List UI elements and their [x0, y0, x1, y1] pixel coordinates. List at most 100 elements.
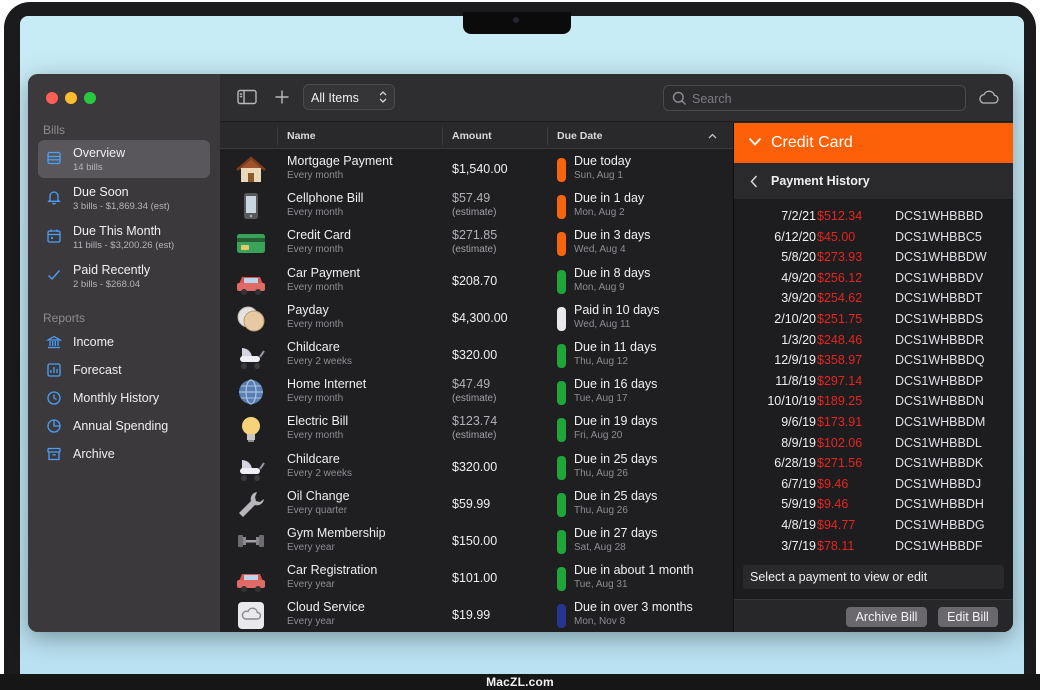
- sidebar-toggle-icon[interactable]: [237, 89, 257, 105]
- column-header-amount[interactable]: Amount: [452, 130, 492, 142]
- payment-row[interactable]: 1/3/20 $248.46 DCS1WHBBDR: [734, 333, 1013, 353]
- zoom-window-button[interactable]: [84, 92, 96, 104]
- table-row[interactable]: Cellphone Bill Every month $57.49 (estimate…: [220, 187, 733, 224]
- payment-date: 3/9/20: [781, 291, 816, 306]
- status-indicator: [557, 306, 566, 331]
- table-row[interactable]: Childcare Every 2 weeks $320.00 Due in 11 d…: [220, 336, 733, 373]
- payment-amount: $271.56: [817, 456, 863, 471]
- table-row[interactable]: Oil Change Every quarter $59.99 Due in 25 d…: [220, 485, 733, 522]
- payment-row[interactable]: 6/7/19 $9.46 DCS1WHBBDJ: [734, 477, 1013, 497]
- payment-date: 4/8/19: [781, 518, 816, 532]
- payment-date: 5/9/19: [781, 497, 816, 512]
- sidebar-item-monthly-history[interactable]: Monthly History: [38, 384, 210, 412]
- sidebar-item-label: Forecast: [73, 363, 122, 377]
- payment-row[interactable]: 7/2/21 $512.34 DCS1WHBBBD: [734, 209, 1013, 229]
- bill-name: Electric Bill: [287, 414, 349, 429]
- column-header-name[interactable]: Name: [287, 130, 316, 142]
- payment-row[interactable]: 10/10/19 $189.25 DCS1WHBBDN: [734, 394, 1013, 414]
- table-row[interactable]: Gym Membership Every year $150.00 Due in 27…: [220, 522, 733, 559]
- payment-amount: $173.91: [817, 415, 863, 429]
- sidebar-item-annual-spending[interactable]: Annual Spending: [38, 412, 210, 440]
- bill-frequency: Every month: [287, 281, 344, 293]
- payment-code: DCS1WHBBDK: [895, 456, 984, 471]
- sidebar-item-forecast[interactable]: Forecast: [38, 356, 210, 384]
- section-header-bills: Bills: [43, 123, 66, 137]
- payment-date: 7/2/21: [781, 209, 816, 223]
- bill-frequency: Every month: [287, 393, 344, 405]
- payment-row[interactable]: 3/9/20 $254.62 DCS1WHBBDT: [734, 291, 1013, 311]
- payment-date: 12/9/19: [774, 353, 816, 368]
- column-header-due-date[interactable]: Due Date: [557, 130, 603, 142]
- due-date: Wed, Aug 11: [574, 318, 631, 330]
- payment-row[interactable]: 3/7/19 $78.11 DCS1WHBBDF: [734, 539, 1013, 559]
- payment-date: 8/9/19: [781, 435, 816, 450]
- car-icon: [237, 574, 265, 593]
- back-chevron-icon[interactable]: [750, 175, 758, 188]
- detail-pane: Credit Card Payment History 7/2/21 $512.3…: [733, 123, 1013, 632]
- payment-code: DCS1WHBBDJ: [895, 476, 982, 491]
- payment-row[interactable]: 6/12/20 $45.00 DCS1WHBBC5: [734, 230, 1013, 250]
- cloud-icon[interactable]: [977, 89, 999, 105]
- sidebar: Bills Overview 14 bills Due Soon 3 bills…: [28, 74, 220, 632]
- sidebar-item-due-this-month[interactable]: Due This Month 11 bills - $3,200.26 (est…: [38, 218, 210, 256]
- payment-amount: $512.34: [817, 209, 863, 223]
- table-row[interactable]: Credit Card Every month $271.85 (estimate) D…: [220, 224, 733, 261]
- bill-name: Cloud Service: [287, 600, 365, 615]
- sidebar-item-paid-recently[interactable]: Paid Recently 2 bills - $268.04: [38, 257, 210, 295]
- payment-row[interactable]: 9/6/19 $173.91 DCS1WHBBDM: [734, 415, 1013, 435]
- search-input[interactable]: [692, 90, 952, 108]
- payment-row[interactable]: 6/28/19 $271.56 DCS1WHBBDK: [734, 456, 1013, 476]
- bill-amount: $123.74: [452, 414, 498, 429]
- sidebar-item-due-soon[interactable]: Due Soon 3 bills - $1,869.34 (est): [38, 179, 210, 217]
- close-window-button[interactable]: [46, 92, 58, 104]
- payment-amount: $273.93: [817, 250, 863, 265]
- table-row[interactable]: Mortgage Payment Every month $1,540.00 Due …: [220, 150, 733, 187]
- payment-row[interactable]: 8/9/19 $102.06 DCS1WHBBDL: [734, 436, 1013, 456]
- table-row[interactable]: Car Payment Every month $208.70 Due in 8 da…: [220, 262, 733, 299]
- due-date: Thu, Aug 26: [574, 504, 628, 516]
- bill-amount: $47.49: [452, 377, 491, 392]
- detail-header[interactable]: Credit Card: [734, 123, 1013, 163]
- checkmark-icon: [48, 270, 61, 281]
- status-indicator: [557, 567, 566, 592]
- payment-date: 9/6/19: [781, 415, 816, 429]
- bill-name: Oil Change: [287, 488, 350, 503]
- table-row[interactable]: Childcare Every 2 weeks $320.00 Due in 25 d…: [220, 448, 733, 485]
- status-indicator: [557, 381, 566, 406]
- table-row[interactable]: Cloud Service Every year $19.99 Due in over…: [220, 596, 733, 632]
- camera-icon: [513, 17, 519, 23]
- archive-bill-button[interactable]: Archive Bill: [846, 607, 927, 627]
- sidebar-item-income[interactable]: Income: [38, 328, 210, 356]
- bill-name: Gym Membership: [287, 526, 386, 540]
- filter-dropdown[interactable]: All Items: [303, 84, 395, 110]
- due-status: Due in 11 days: [574, 340, 657, 354]
- sidebar-item-overview[interactable]: Overview 14 bills: [38, 140, 210, 178]
- status-indicator: [557, 530, 566, 554]
- search-field[interactable]: [663, 85, 966, 111]
- due-date: Tue, Aug 31: [574, 579, 628, 591]
- sidebar-item-archive[interactable]: Archive: [38, 440, 210, 468]
- chevron-down-icon[interactable]: [748, 137, 762, 147]
- table-row[interactable]: Electric Bill Every month $123.74 (estimate…: [220, 410, 733, 447]
- estimate-label: (estimate): [452, 393, 497, 405]
- cloud-service-icon: [238, 602, 264, 630]
- payment-row[interactable]: 5/8/20 $273.93 DCS1WHBBDW: [734, 250, 1013, 270]
- sort-ascending-icon[interactable]: [708, 133, 717, 139]
- payment-code: DCS1WHBBDH: [895, 497, 984, 512]
- table-row[interactable]: Car Registration Every year $101.00 Due in …: [220, 559, 733, 596]
- minimize-window-button[interactable]: [65, 92, 77, 104]
- table-row[interactable]: Home Internet Every month $47.49 (estimate)…: [220, 373, 733, 410]
- payment-row[interactable]: 11/8/19 $297.14 DCS1WHBBDP: [734, 374, 1013, 394]
- payment-row[interactable]: 4/9/20 $256.12 DCS1WHBBDV: [734, 271, 1013, 291]
- payment-row[interactable]: 5/9/19 $9.46 DCS1WHBBDH: [734, 497, 1013, 517]
- payment-amount: $45.00: [817, 229, 856, 244]
- payment-row[interactable]: 4/8/19 $94.77 DCS1WHBBDG: [734, 518, 1013, 538]
- payment-row[interactable]: 2/10/20 $251.75 DCS1WHBBDS: [734, 312, 1013, 332]
- table-row[interactable]: Payday Every month $4,300.00 Paid in 10 day…: [220, 299, 733, 336]
- bill-name: Childcare: [287, 451, 340, 466]
- edit-bill-button[interactable]: Edit Bill: [938, 607, 998, 627]
- bill-frequency: Every month: [287, 318, 344, 330]
- payment-row[interactable]: 12/9/19 $358.97 DCS1WHBBDQ: [734, 353, 1013, 373]
- estimate-label: (estimate): [452, 244, 497, 256]
- add-icon[interactable]: [274, 89, 290, 105]
